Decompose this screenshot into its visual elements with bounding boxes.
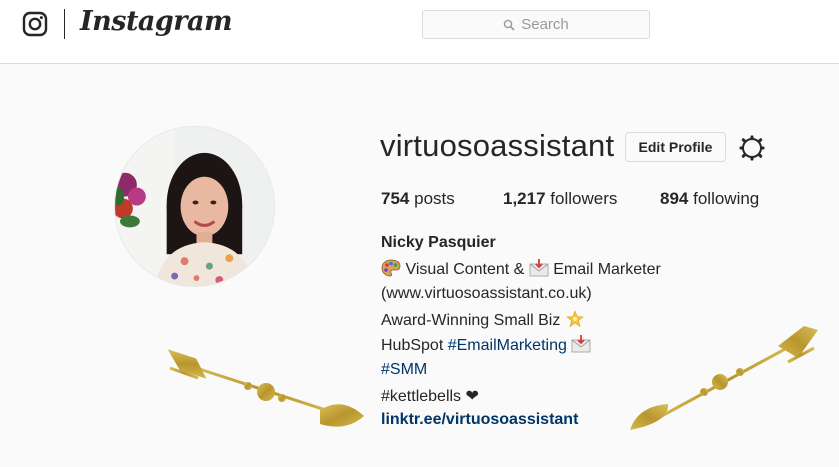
top-navigation-bar: Instagram Search [0, 0, 839, 64]
posts-count: 754 [381, 189, 410, 208]
bio-line-1: Visual Content & Email Marketer [381, 259, 661, 279]
search-icon [503, 19, 515, 31]
hashtag-smm[interactable]: #SMM [381, 361, 427, 379]
following-count: 894 [660, 189, 689, 208]
bio-line-3-text: Award-Winning Small Biz [381, 312, 561, 329]
search-input[interactable]: Search [422, 10, 650, 39]
gold-arrow-decoration-left [167, 349, 364, 427]
instagram-wordmark[interactable]: Instagram [80, 6, 233, 37]
posts-label: posts [414, 189, 455, 208]
bio-line-1-text-b: Email Marketer [553, 261, 661, 278]
palette-emoji-icon [381, 259, 401, 277]
glowing-star-emoji-icon [565, 310, 584, 328]
following-stat[interactable]: 894 following [660, 189, 759, 209]
posts-stat: 754 posts [381, 189, 455, 209]
brand-divider [64, 9, 65, 39]
edit-profile-button[interactable]: Edit Profile [625, 132, 726, 162]
bio-line-6: #kettlebells ❤ [381, 386, 479, 406]
gear-icon[interactable] [738, 134, 766, 162]
profile-avatar[interactable] [114, 126, 275, 287]
bio-line-4: HubSpot #EmailMarketing [381, 335, 591, 355]
envelope-emoji-icon [529, 259, 549, 277]
search-placeholder: Search [521, 16, 569, 33]
following-label: following [693, 189, 760, 208]
followers-count: 1,217 [503, 189, 546, 208]
avatar-photo [115, 127, 274, 286]
instagram-glyph-icon[interactable] [22, 11, 48, 37]
followers-label: followers [550, 189, 618, 208]
bio-full-name: Nicky Pasquier [381, 234, 496, 251]
bio-line-3: Award-Winning Small Biz [381, 310, 585, 330]
gold-arrow-decoration-right [630, 326, 818, 430]
envelope-emoji-icon [571, 335, 591, 353]
bio-line-6-text: #kettlebells [381, 388, 462, 405]
hashtag-emailmarketing[interactable]: #EmailMarketing [448, 337, 567, 354]
profile-username: virtuosoassistant [380, 128, 615, 163]
bio-website-link[interactable]: linktr.ee/virtuosoassistant [381, 411, 578, 429]
followers-stat[interactable]: 1,217 followers [503, 189, 617, 209]
bio-line-1-text-a: Visual Content & [405, 261, 525, 278]
bio-line-2: (www.virtuosoassistant.co.uk) [381, 285, 592, 302]
bio-line-4-text: HubSpot [381, 337, 444, 354]
heart-emoji-icon: ❤ [465, 388, 479, 405]
